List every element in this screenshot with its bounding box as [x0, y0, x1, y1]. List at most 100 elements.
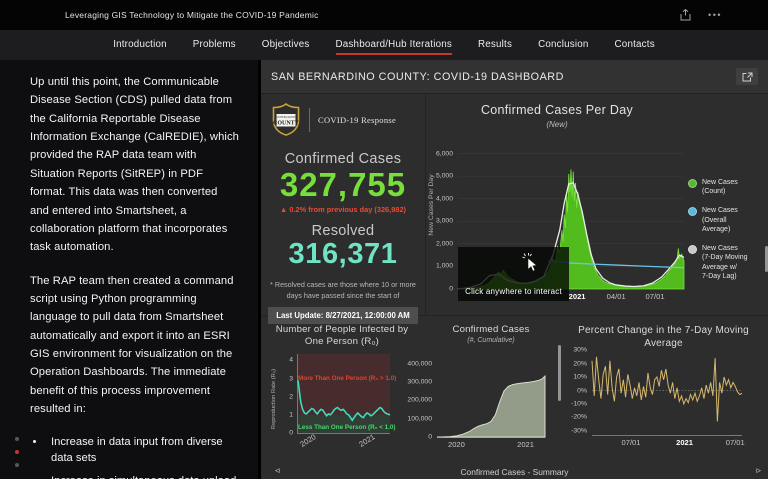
story-paragraph-1: Up until this point, the Communicable Di… [30, 76, 239, 254]
dashboard-title: SAN BERNARDINO COUNTY: COVID-19 DASHBOAR… [271, 70, 564, 83]
x-axis-tick: 04/01 [606, 292, 626, 301]
y-axis-tick: 2,000 [435, 240, 453, 248]
legend-dot-green [688, 179, 697, 188]
section-progress-dots [15, 437, 19, 467]
confirmed-cases-label: Confirmed Cases [284, 151, 402, 167]
legend-dot-blue [688, 207, 697, 217]
y-axis-tick: 10% [573, 373, 587, 381]
titlebar: Leveraging GIS Technology to Mitigate th… [0, 0, 768, 30]
y-axis-tick: 0 [289, 429, 293, 437]
bullet-item: Increase in data input from diverse data… [46, 435, 239, 467]
bullet-item: Increase in simultaneous data upload cap… [46, 474, 239, 479]
covid-dashboard-embed: SAN BERNARDINO COUNTY: COVID-19 DASHBOAR… [258, 60, 768, 479]
app-root: Leveraging GIS Technology to Mitigate th… [0, 0, 768, 479]
chart-title: Confirmed Cases [452, 324, 530, 335]
y-axis-ticks: 30% 20% 10% 0% -10% -20% -30% [562, 346, 589, 435]
y-axis-tick: -20% [571, 413, 587, 421]
y-axis-tick: 3,000 [435, 217, 453, 225]
plot-area: 4 3 2 1 0 2020 2021 More Than One Person (R₀ … [289, 354, 396, 449]
x-axis-tick: 2020 [298, 432, 318, 449]
percent-change-plot [592, 346, 742, 435]
interact-overlay-text: Click anywhere to interact [465, 287, 562, 296]
chart-title: Number of People Infected by One Person … [275, 324, 409, 348]
tab-conclusion[interactable]: Conclusion [538, 39, 588, 55]
stats-panel: SAN BERNARDINO COUNTY COVID-19 Response … [261, 94, 426, 324]
chart-subtitle: (New) [546, 120, 568, 129]
legend-label: New Cases (Count) [702, 179, 738, 196]
cumulative-plot [437, 358, 545, 437]
progress-dot-active[interactable] [15, 450, 19, 454]
legend-item: New Cases (Count) [688, 178, 764, 196]
tab-problems[interactable]: Problems [193, 39, 236, 55]
svg-text:SAN BERNARDINO: SAN BERNARDINO [275, 116, 298, 119]
y-axis-tick: 300,000 [407, 378, 432, 386]
y-axis-tick: -10% [571, 400, 587, 408]
plot-area: 400,000 300,000 200,000 100,000 0 2020 2021 [407, 358, 545, 449]
progress-dot[interactable] [15, 463, 19, 467]
dashboard-main-row: SAN BERNARDINO COUNTY COVID-19 Response … [261, 94, 768, 324]
titlebar-actions: ••• [680, 9, 722, 21]
tab-objectives[interactable]: Objectives [262, 39, 310, 55]
x-axis-tick: 2021 [357, 432, 377, 449]
series-line [592, 357, 742, 422]
x-axis-ticks: 2020 2021 [298, 432, 390, 449]
chart-subtitle: (#, Cumulative) [467, 337, 515, 344]
y-axis-tick: 20% [573, 360, 587, 368]
y-axis-tick: 200,000 [407, 396, 432, 404]
dashboard-bottom-row: Number of People Infected by One Person … [261, 316, 768, 464]
y-axis-tick: 1,000 [435, 262, 453, 270]
carousel-prev-arrow[interactable]: ◃ [275, 465, 280, 476]
tab-introduction[interactable]: Introduction [113, 39, 167, 55]
y-axis-tick: 4 [289, 356, 293, 364]
x-axis-ticks: 07/01 2021 07/01 [592, 435, 745, 449]
progress-dot[interactable] [15, 437, 19, 441]
county-logo-row: SAN BERNARDINO COUNTY COVID-19 Response [271, 103, 396, 136]
cursor-click-icon [522, 253, 538, 272]
legend-label: New Cases (Overall Average) [702, 207, 738, 233]
cases-per-day-chart: Confirmed Cases Per Day (New) New Cases … [426, 94, 768, 315]
more-menu-icon[interactable]: ••• [708, 10, 722, 20]
section-nav: Introduction Problems Objectives Dashboa… [0, 30, 768, 60]
plot-area: 30% 20% 10% 0% -10% -20% -30% 07/01 2021 07/01 [571, 346, 745, 447]
legend-dot-gray [688, 245, 697, 255]
carousel-next-arrow[interactable]: ▹ [756, 465, 761, 476]
tab-results[interactable]: Results [478, 39, 512, 55]
confirmed-cases-value: 327,755 [279, 166, 407, 203]
logo-caption: COVID-19 Response [318, 114, 397, 125]
r0-plot [298, 354, 390, 433]
x-axis-tick: 2020 [447, 440, 465, 449]
tab-dashboard-hub-iterations[interactable]: Dashboard/Hub Iterations [335, 39, 452, 55]
y-axis-tick: -30% [571, 427, 587, 435]
tab-contacts[interactable]: Contacts [615, 39, 655, 55]
story-paragraph-2: The RAP team then created a command scri… [30, 274, 234, 416]
open-external-button[interactable] [736, 68, 758, 85]
story-bullet-list: Increase in data input from diverse data… [46, 435, 239, 479]
y-axis-ticks: 400,000 300,000 200,000 100,000 0 [407, 358, 434, 441]
y-axis-tick: 3 [289, 375, 293, 383]
y-axis-tick: 0 [428, 433, 432, 441]
y-axis-tick: 1 [289, 411, 293, 419]
carousel-caption: Confirmed Cases - Summary [460, 466, 569, 477]
page-title: Leveraging GIS Technology to Mitigate th… [65, 10, 319, 20]
y-axis-ticks: 6,000 5,000 4,000 3,000 2,000 1,000 0 [428, 140, 455, 292]
chart-title: Confirmed Cases Per Day [480, 103, 634, 117]
x-axis-tick: 2021 [568, 292, 586, 301]
x-axis-tick: 2021 [517, 440, 534, 449]
y-axis-tick: 2 [289, 393, 293, 401]
share-icon[interactable] [680, 9, 691, 21]
story-text-panel: Up until this point, the Communicable Di… [0, 60, 258, 479]
zone-label-below-one: Less Than One Person (R₀ < 1.0) [298, 423, 396, 431]
r0-chart-panel: Number of People Infected by One Person … [261, 316, 423, 464]
click-to-interact-overlay[interactable]: Click anywhere to interact [458, 247, 569, 301]
legend-item: New Cases (7-Day Moving Average w/ 7-Day… [688, 244, 764, 281]
cumulative-cases-panel: Confirmed Cases (#, Cumulative) 400,000 3… [407, 316, 559, 464]
y-axis-tick: 5,000 [435, 172, 453, 180]
percent-change-panel: Percent Change in the 7-Day Moving Avera… [559, 316, 768, 464]
svg-text:COUNTY: COUNTY [273, 121, 300, 127]
x-axis-tick: 07/01 [725, 438, 745, 447]
y-axis-tick: 100,000 [407, 415, 432, 423]
x-axis-tick: 07/01 [645, 292, 665, 301]
chart-legend: New Cases (Count) New Cases (Overall Ave… [688, 178, 764, 281]
dashboard-header: SAN BERNARDINO COUNTY: COVID-19 DASHBOAR… [261, 60, 768, 94]
panel-scrollbar-thumb[interactable] [558, 345, 561, 401]
